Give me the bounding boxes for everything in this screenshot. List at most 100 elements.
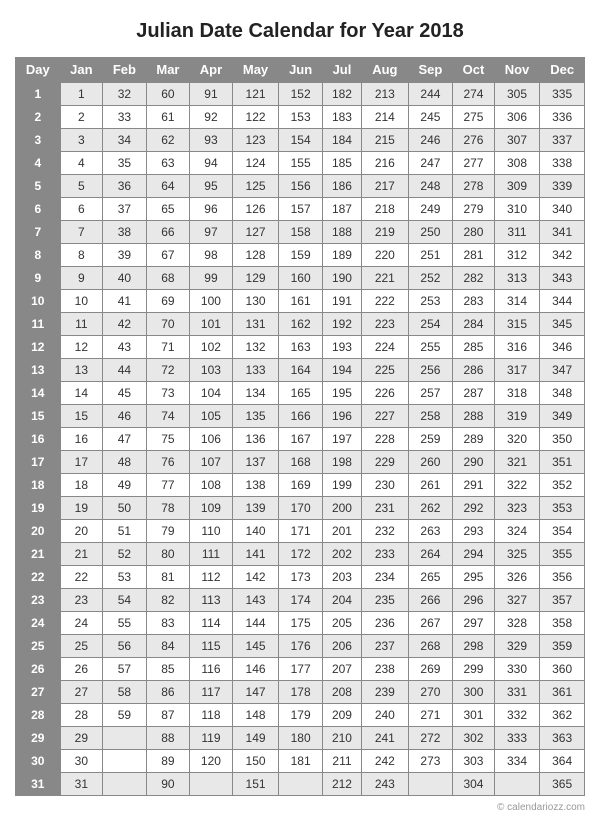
julian-value: 151 xyxy=(232,772,279,795)
julian-value: 228 xyxy=(362,427,409,450)
julian-value: 282 xyxy=(453,266,494,289)
julian-value: 271 xyxy=(408,703,453,726)
julian-value: 143 xyxy=(232,588,279,611)
julian-value: 278 xyxy=(453,174,494,197)
day-number: 15 xyxy=(16,404,61,427)
julian-value: 11 xyxy=(60,312,103,335)
table-row: 22336192122153183214245275306336 xyxy=(16,105,585,128)
julian-value: 159 xyxy=(279,243,323,266)
julian-value: 24 xyxy=(60,611,103,634)
julian-value: 112 xyxy=(190,565,232,588)
julian-value: 310 xyxy=(494,197,540,220)
julian-value: 53 xyxy=(103,565,147,588)
julian-value: 216 xyxy=(362,151,409,174)
julian-value: 334 xyxy=(494,749,540,772)
column-header-jan: Jan xyxy=(60,58,103,83)
julian-value: 203 xyxy=(322,565,361,588)
julian-value: 91 xyxy=(190,82,232,105)
julian-value: 342 xyxy=(540,243,585,266)
julian-value xyxy=(103,772,147,795)
day-number: 29 xyxy=(16,726,61,749)
table-row: 66376596126157187218249279310340 xyxy=(16,197,585,220)
julian-value: 328 xyxy=(494,611,540,634)
table-row: 33346293123154184215246276307337 xyxy=(16,128,585,151)
julian-value: 98 xyxy=(190,243,232,266)
julian-value: 214 xyxy=(362,105,409,128)
julian-value: 252 xyxy=(408,266,453,289)
day-number: 18 xyxy=(16,473,61,496)
julian-value: 187 xyxy=(322,197,361,220)
julian-value: 74 xyxy=(146,404,190,427)
julian-value: 8 xyxy=(60,243,103,266)
table-row: 15154674105135166196227258288319349 xyxy=(16,404,585,427)
day-number: 24 xyxy=(16,611,61,634)
julian-value: 183 xyxy=(322,105,361,128)
table-row: 11114270101131162192223254284315345 xyxy=(16,312,585,335)
julian-value: 33 xyxy=(103,105,147,128)
julian-value: 134 xyxy=(232,381,279,404)
julian-value: 180 xyxy=(279,726,323,749)
julian-value: 222 xyxy=(362,289,409,312)
julian-value: 140 xyxy=(232,519,279,542)
table-row: 10104169100130161191222253283314344 xyxy=(16,289,585,312)
julian-value: 45 xyxy=(103,381,147,404)
table-row: 18184977108138169199230261291322352 xyxy=(16,473,585,496)
julian-value: 250 xyxy=(408,220,453,243)
julian-value: 221 xyxy=(362,266,409,289)
julian-value: 92 xyxy=(190,105,232,128)
julian-value: 291 xyxy=(453,473,494,496)
julian-value: 235 xyxy=(362,588,409,611)
julian-value: 97 xyxy=(190,220,232,243)
julian-value: 161 xyxy=(279,289,323,312)
julian-value: 230 xyxy=(362,473,409,496)
day-number: 7 xyxy=(16,220,61,243)
julian-value: 189 xyxy=(322,243,361,266)
julian-value: 38 xyxy=(103,220,147,243)
julian-value: 114 xyxy=(190,611,232,634)
julian-value: 205 xyxy=(322,611,361,634)
julian-value: 346 xyxy=(540,335,585,358)
day-number: 10 xyxy=(16,289,61,312)
table-row: 24245583114144175205236267297328358 xyxy=(16,611,585,634)
julian-value: 317 xyxy=(494,358,540,381)
julian-value: 167 xyxy=(279,427,323,450)
julian-value: 338 xyxy=(540,151,585,174)
table-row: 11326091121152182213244274305335 xyxy=(16,82,585,105)
julian-value: 243 xyxy=(362,772,409,795)
julian-value: 79 xyxy=(146,519,190,542)
julian-value: 150 xyxy=(232,749,279,772)
julian-value: 173 xyxy=(279,565,323,588)
julian-value: 39 xyxy=(103,243,147,266)
julian-value: 62 xyxy=(146,128,190,151)
julian-value: 297 xyxy=(453,611,494,634)
julian-value: 211 xyxy=(322,749,361,772)
julian-value: 272 xyxy=(408,726,453,749)
julian-value: 104 xyxy=(190,381,232,404)
julian-value: 163 xyxy=(279,335,323,358)
julian-value: 241 xyxy=(362,726,409,749)
day-number: 16 xyxy=(16,427,61,450)
julian-value: 142 xyxy=(232,565,279,588)
table-row: 16164775106136167197228259289320350 xyxy=(16,427,585,450)
julian-value: 130 xyxy=(232,289,279,312)
julian-calendar-table: DayJanFebMarAprMayJunJulAugSepOctNovDec … xyxy=(15,57,585,796)
julian-value: 21 xyxy=(60,542,103,565)
julian-value: 20 xyxy=(60,519,103,542)
column-header-mar: Mar xyxy=(146,58,190,83)
julian-value: 309 xyxy=(494,174,540,197)
julian-value: 17 xyxy=(60,450,103,473)
julian-value: 63 xyxy=(146,151,190,174)
julian-value: 331 xyxy=(494,680,540,703)
julian-value: 56 xyxy=(103,634,147,657)
julian-value: 90 xyxy=(146,772,190,795)
julian-value: 330 xyxy=(494,657,540,680)
julian-value: 295 xyxy=(453,565,494,588)
julian-value: 360 xyxy=(540,657,585,680)
julian-value: 329 xyxy=(494,634,540,657)
julian-value: 137 xyxy=(232,450,279,473)
julian-value: 2 xyxy=(60,105,103,128)
julian-value: 289 xyxy=(453,427,494,450)
day-number: 21 xyxy=(16,542,61,565)
julian-value: 113 xyxy=(190,588,232,611)
julian-value: 169 xyxy=(279,473,323,496)
